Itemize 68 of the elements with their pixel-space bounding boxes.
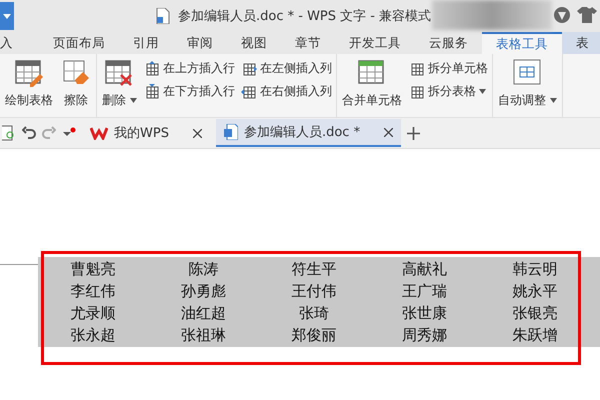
table-cell-text: 王广瑞: [400, 281, 448, 302]
skin-icon[interactable]: [553, 6, 571, 24]
table-cell-text: 油红超: [180, 303, 228, 324]
table-cell-text: 王付伟: [290, 281, 338, 302]
ribbon-tab[interactable]: 表格工具: [482, 32, 562, 54]
draw-table-icon: [14, 58, 44, 88]
table-cell-text: 高献礼: [400, 259, 448, 280]
erase-button[interactable]: 擦除: [60, 56, 92, 111]
window-title: 参加编辑人员.doc * - WPS 文字 - 兼容模式: [178, 8, 432, 25]
wps-logo-icon: [90, 126, 108, 140]
table-cell-text: 张世康: [400, 303, 448, 324]
undo-icon[interactable]: [22, 126, 36, 140]
table-cell-text: 张琦: [298, 303, 330, 324]
ribbon-tab[interactable]: 页面布局: [39, 32, 119, 54]
insert-row-below-button[interactable]: 在下方插入行: [144, 83, 235, 100]
document-tab[interactable]: 参加编辑人员.doc *: [216, 119, 402, 147]
insert-row-above-icon: [144, 60, 160, 76]
table-cell-text: 陈涛: [188, 259, 220, 280]
split-cells-button[interactable]: 拆分单元格: [408, 60, 488, 77]
delete-button[interactable]: 删除: [101, 56, 138, 111]
table-cell-text: 朱跃增: [511, 325, 558, 346]
close-icon[interactable]: [192, 128, 202, 138]
table-cell-text: 尤录顺: [70, 303, 117, 324]
table-cell-text: 孙勇彪: [180, 281, 228, 302]
table-cell-text: 郑俊丽: [290, 325, 338, 346]
table-cell-text: 姚永平: [511, 281, 558, 302]
caret-icon: [3, 14, 11, 18]
new-tab-icon[interactable]: [407, 126, 420, 140]
insert-column-right-button[interactable]: 在右侧插入列: [240, 83, 332, 100]
ribbon-tab[interactable]: 章节: [281, 32, 335, 54]
caret-icon: [130, 98, 137, 104]
split-cells-icon: [408, 60, 425, 76]
document-tab[interactable]: 我的WPS: [82, 118, 210, 148]
ribbon-tab[interactable]: 云服务: [415, 32, 482, 54]
close-icon[interactable]: [384, 128, 394, 136]
merge-cells-button[interactable]: 合并单元格: [340, 56, 403, 111]
ribbon-tab[interactable]: 入: [0, 32, 39, 54]
table-cell-text: 李红伟: [70, 281, 117, 302]
table-cell-text: 张永超: [70, 325, 117, 346]
shirt-icon[interactable]: [577, 6, 597, 24]
print-preview-icon[interactable]: [2, 125, 16, 141]
table-cell-text: 周秀娜: [400, 325, 448, 346]
ribbon-tab[interactable]: 引用: [119, 32, 173, 54]
dropdown-icon[interactable]: [62, 127, 76, 139]
menu-button[interactable]: [0, 2, 14, 30]
caret-icon: [478, 89, 486, 94]
insert-column-left-icon: [240, 60, 257, 76]
autofit-button[interactable]: 自动调整: [496, 56, 558, 111]
document-icon: [156, 8, 170, 24]
ribbon-tab[interactable]: 表: [562, 32, 600, 54]
split-table-button[interactable]: 拆分表格: [408, 83, 488, 100]
draw-table-button[interactable]: 绘制表格: [4, 56, 54, 111]
ribbon-tab[interactable]: 审阅: [173, 32, 227, 54]
table-cell-text: 曹魁亮: [70, 259, 117, 280]
caret-icon: [550, 98, 557, 104]
word-document-icon: [224, 124, 238, 140]
table-cell-text: 韩云明: [511, 259, 558, 280]
insert-column-left-button[interactable]: 在左侧插入列: [240, 60, 332, 77]
ribbon-tab[interactable]: 开发工具: [335, 32, 415, 54]
delete-table-icon: [104, 58, 134, 88]
table-cell-text: 符生平: [290, 259, 338, 280]
table-cell-text: 张银亮: [511, 303, 558, 324]
insert-column-right-icon: [240, 84, 257, 100]
split-table-icon: [408, 84, 425, 100]
insert-row-above-button[interactable]: 在上方插入行: [144, 60, 235, 77]
ribbon-tab[interactable]: 视图: [227, 32, 281, 54]
table-cell-text: 张祖琳: [180, 325, 228, 346]
insert-row-below-icon: [144, 84, 160, 100]
